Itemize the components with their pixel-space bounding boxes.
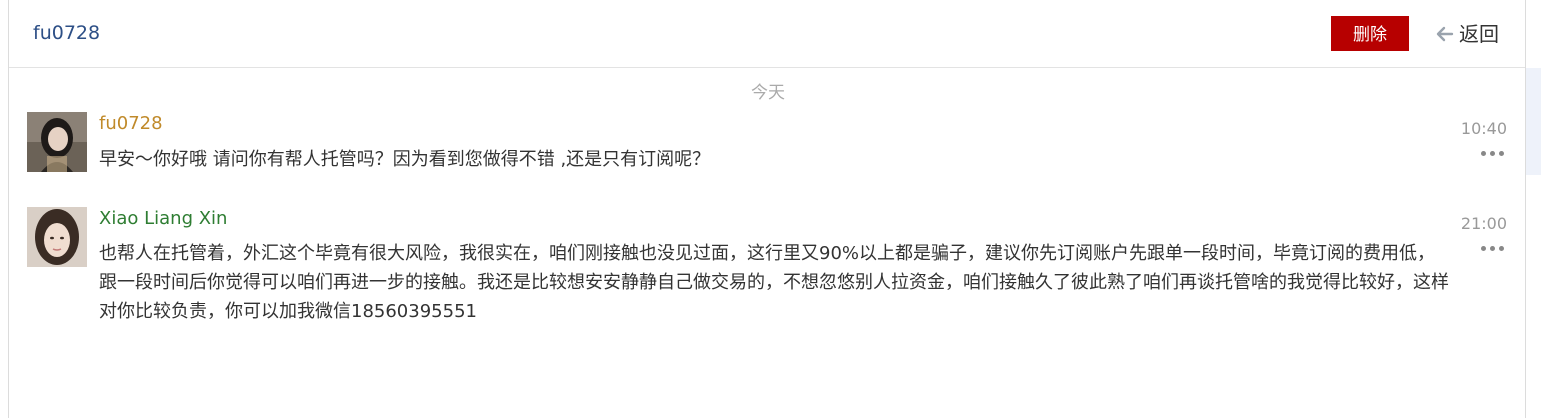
sender-name[interactable]: Xiao Liang Xin — [99, 208, 227, 229]
avatar-image — [27, 207, 87, 267]
conversation-header: fu0728 删除 返回 — [9, 0, 1525, 68]
back-label: 返回 — [1459, 22, 1499, 46]
scrollbar[interactable] — [1526, 68, 1541, 175]
sender-name-label: Xiao Liang Xin — [99, 208, 228, 229]
arrow-left-icon — [1436, 26, 1454, 42]
sender-name-label: fu0728 — [99, 113, 163, 134]
avatar[interactable] — [27, 207, 87, 267]
message-text: 早安～你好哦 请问你有帮人托管吗？因为看到您做得不错 ,还是只有订阅呢？ — [99, 149, 711, 170]
more-options-icon[interactable] — [1481, 246, 1505, 252]
conversation-title: fu0728 — [33, 22, 101, 44]
sender-name[interactable]: fu0728 — [99, 113, 163, 134]
more-options-icon[interactable] — [1481, 151, 1505, 157]
message-text: 也帮人在托管着，外汇这个毕竟有很大风险，我很实在，咱们刚接触也没见过面，这行里又… — [99, 243, 1449, 322]
message-panel: fu0728 删除 返回 今天 fu0728 早安～你好哦 请问你有帮人托管吗？… — [8, 0, 1526, 418]
message-item: Xiao Liang Xin 也帮人在托管着，外汇这个毕竟有很大风险，我很实在，… — [27, 207, 1507, 337]
message-time: 21:00 — [1460, 214, 1507, 233]
avatar-image — [27, 112, 87, 172]
message-time: 10:40 — [1460, 119, 1507, 138]
avatar[interactable] — [27, 112, 87, 172]
back-button[interactable]: 返回 — [1435, 19, 1499, 49]
message-item: fu0728 早安～你好哦 请问你有帮人托管吗？因为看到您做得不错 ,还是只有订… — [27, 112, 1507, 182]
date-separator: 今天 — [751, 83, 785, 103]
delete-button[interactable]: 删除 — [1331, 16, 1409, 51]
